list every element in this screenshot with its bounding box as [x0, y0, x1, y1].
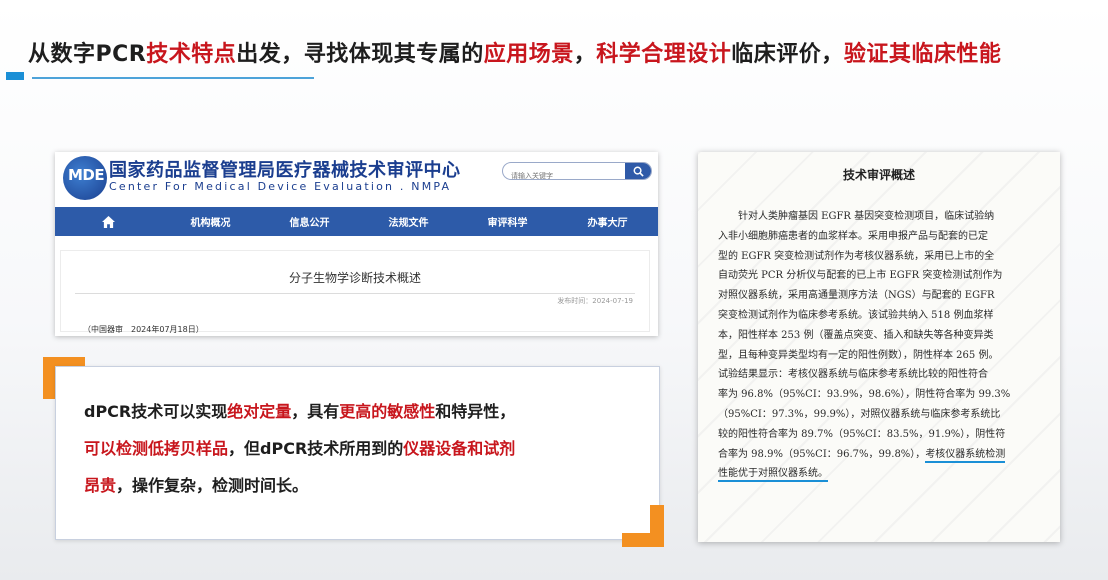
- nmpa-website-screenshot: MDE 国家药品监督管理局医疗器械技术审评中心 Center For Medic…: [55, 152, 658, 336]
- headline-segment: 从数字PCR: [28, 42, 147, 67]
- review-line: 突变检测试剂作为临床参考系统。该试验共纳入 518 例血浆样: [718, 309, 994, 321]
- review-line: 率为 96.8%（95%CI：93.9%，98.6%），阴性符合率为 99.3%: [718, 389, 1011, 401]
- review-line: （95%CI：97.3%，99.9%），对照仪器系统与临床参考系统比: [718, 408, 1001, 420]
- search-icon: [633, 166, 644, 177]
- quote-segment: dPCR技术可以实现: [84, 402, 228, 421]
- nav-item-organization[interactable]: 机构概况: [161, 207, 260, 236]
- site-search-button[interactable]: [625, 163, 651, 179]
- quote-line: 可以检测低拷贝样品，但dPCR技术所用到的仪器设备和试剂: [84, 430, 644, 467]
- article-divider: [75, 293, 635, 294]
- review-line: 自动荧光 PCR 分析仪与配套的已上市 EGFR 突变检测试剂作为: [718, 270, 1003, 282]
- quote-segment-emphasis: 仪器设备和试剂: [403, 439, 516, 458]
- review-line: 入非小细胞肺癌患者的血浆样本。采用申报产品与配套的已定: [718, 230, 988, 242]
- quote-segment: ，具有: [291, 402, 340, 421]
- headline-segment: 出发，寻找体现其专属的: [236, 42, 484, 67]
- review-line: 较的阳性符合率为 89.7%（95%CI：83.5%，91.9%），阴性符: [718, 428, 1006, 440]
- review-highlight: 考核仪器系统检测: [925, 448, 1006, 463]
- quote-segment-emphasis: 绝对定量: [227, 402, 292, 421]
- review-body: 针对人类肿瘤基因 EGFR 基因突变检测项目，临床试验纳 入非小细胞肺癌患者的血…: [718, 207, 1048, 484]
- nav-item-info-disclosure[interactable]: 信息公开: [260, 207, 359, 236]
- nav-item-review-science[interactable]: 审评科学: [458, 207, 557, 236]
- article-title: 分子生物学诊断技术概述: [288, 271, 421, 285]
- site-header: MDE 国家药品监督管理局医疗器械技术审评中心 Center For Medic…: [55, 152, 658, 207]
- site-title-cn: 国家药品监督管理局医疗器械技术审评中心: [109, 160, 461, 181]
- site-nav-bar: 机构概况 信息公开 法规文件 审评科学 办事大厅: [55, 207, 658, 236]
- quote-segment: 和特异性，: [435, 402, 516, 421]
- review-line: 对照仪器系统，采用高通量测序方法（NGS）与配套的 EGFR: [718, 290, 995, 302]
- quote-corner-bottom-right: [622, 505, 664, 547]
- headline-segment-emphasis: 应用场景: [483, 42, 574, 67]
- review-line: 针对人类肿瘤基因 EGFR 基因突变检测项目，临床试验纳: [738, 211, 995, 222]
- quote-line: 昂贵，操作复杂，检测时间长。: [84, 467, 644, 504]
- quote-segment: ，操作复杂，检测时间长。: [116, 476, 309, 495]
- review-line-text: 合率为 98.9%（95%CI：96.7%，99.8%），: [718, 448, 926, 460]
- site-search-input[interactable]: [503, 168, 629, 179]
- review-highlight: 性能优于对照仪器系统。: [718, 468, 828, 483]
- slide-headline: 从数字PCR技术特点出发，寻找体现其专属的应用场景，科学合理设计临床评价，验证其…: [28, 36, 1001, 68]
- review-title: 技术审评概述: [842, 168, 915, 182]
- review-line: 性能优于对照仪器系统。: [718, 464, 1048, 484]
- home-icon: [101, 215, 115, 228]
- dpcr-quote-card: dPCR技术可以实现绝对定量，具有更高的敏感性和特异性， 可以检测低拷贝样品，但…: [55, 366, 660, 540]
- headline-segment-emphasis: 技术特点: [146, 42, 237, 67]
- headline-segment-emphasis: 验证其临床性能: [843, 42, 1002, 67]
- review-line: 型的 EGFR 突变检测试剂作为考核仪器系统，采用已上市的全: [718, 250, 995, 262]
- nav-item-regulations[interactable]: 法规文件: [359, 207, 458, 236]
- mde-logo-text: MDE: [68, 166, 105, 184]
- headline-segment: 临床评价，: [731, 42, 844, 67]
- quote-line: dPCR技术可以实现绝对定量，具有更高的敏感性和特异性，: [84, 393, 644, 430]
- headline-segment-emphasis: 科学合理设计: [596, 42, 732, 67]
- review-line: 试验结果显示：考核仪器系统与临床参考系统比较的阳性符合: [718, 369, 988, 381]
- article-publish-date: 发布时间：2024-07-19: [557, 297, 633, 305]
- nav-item-service-hall[interactable]: 办事大厅: [557, 207, 658, 236]
- review-line: 合率为 98.9%（95%CI：96.7%，99.8%），考核仪器系统检测: [718, 445, 1048, 465]
- quote-segment-emphasis: 更高的敏感性: [339, 402, 436, 421]
- headline-accent-mark: [6, 72, 24, 80]
- headline-underline: [32, 77, 314, 79]
- site-search-box: [502, 162, 652, 180]
- site-title-en: Center For Medical Device Evaluation . N…: [109, 180, 452, 193]
- review-line: 型，且每种变异类型均有一定的阳性例数），阴性样本 265 例。: [718, 349, 999, 361]
- headline-segment: ，: [573, 42, 597, 67]
- quote-segment-emphasis: 昂贵: [84, 476, 117, 495]
- review-line: 本，阳性样本 253 例（覆盖点突变、插入和缺失等各种变异类: [718, 329, 994, 341]
- article-panel: 分子生物学诊断技术概述 发布时间：2024-07-19 （中国器审 2024年0…: [60, 250, 650, 334]
- technical-review-document: 技术审评概述 针对人类肿瘤基因 EGFR 基因突变检测项目，临床试验纳 入非小细…: [698, 152, 1060, 542]
- article-source: （中国器审 2024年07月18日）: [83, 325, 204, 334]
- quote-segment-emphasis: 可以检测低拷贝样品: [84, 439, 229, 458]
- quote-text: dPCR技术可以实现绝对定量，具有更高的敏感性和特异性， 可以检测低拷贝样品，但…: [84, 393, 644, 504]
- nav-home[interactable]: [55, 207, 161, 236]
- quote-segment: ，但dPCR技术所用到的: [228, 439, 404, 458]
